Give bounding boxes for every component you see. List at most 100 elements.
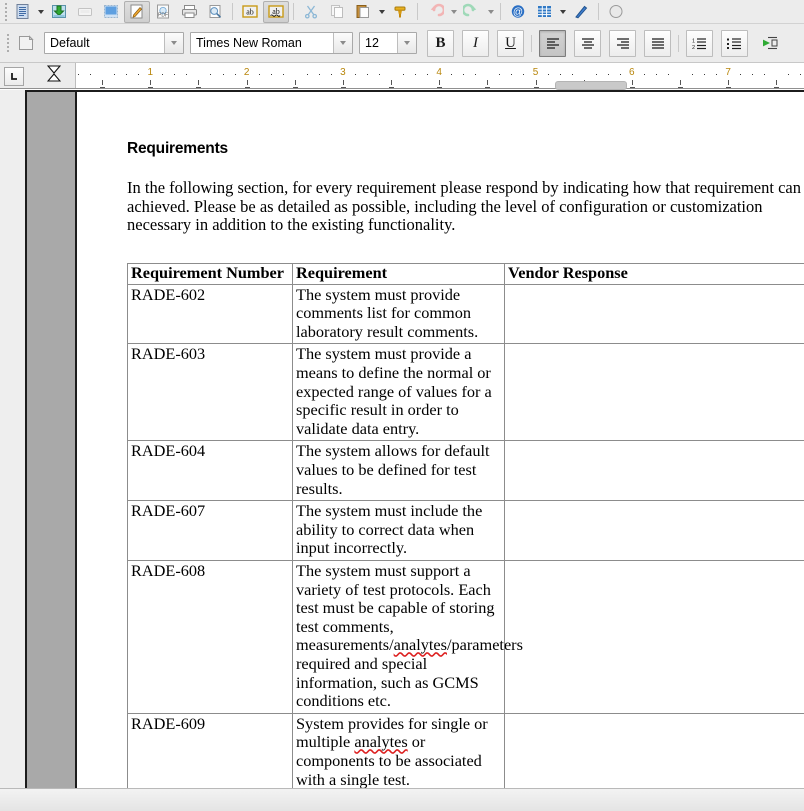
- open-document-button[interactable]: [46, 1, 72, 23]
- horizontal-ruler[interactable]: 1234567: [0, 63, 804, 89]
- document-page[interactable]: Requirements In the following section, f…: [25, 90, 804, 788]
- cell-requirement-number[interactable]: RADE-604: [128, 441, 293, 501]
- requirements-table[interactable]: Requirement Number Requirement Vendor Re…: [127, 263, 804, 788]
- copy-button[interactable]: [324, 1, 350, 23]
- bold-button[interactable]: B: [427, 30, 454, 57]
- italic-label: I: [473, 36, 478, 51]
- underline-button[interactable]: U: [497, 30, 524, 57]
- cut-button[interactable]: [298, 1, 324, 23]
- document-canvas[interactable]: Requirements In the following section, f…: [0, 90, 804, 788]
- ruler-eighth-dot: [692, 74, 693, 75]
- cell-requirement-number[interactable]: RADE-609: [128, 713, 293, 788]
- ruler-inch-tick: [632, 80, 633, 85]
- unordered-list-button[interactable]: [721, 30, 748, 57]
- table-row[interactable]: RADE-608The system must support a variet…: [128, 561, 804, 714]
- ruler-eighth-dot: [415, 74, 416, 75]
- first-line-indent-marker[interactable]: [47, 65, 60, 86]
- align-right-button[interactable]: [609, 30, 636, 57]
- table-body: RADE-602The system must provide comments…: [128, 284, 804, 788]
- paste-button[interactable]: [350, 1, 376, 23]
- new-document-dropdown[interactable]: [35, 1, 46, 23]
- decrease-indent-button[interactable]: [756, 30, 783, 57]
- table-row[interactable]: RADE-607The system must include the abil…: [128, 501, 804, 561]
- table-row[interactable]: RADE-609System provides for single or mu…: [128, 713, 804, 788]
- font-size-value[interactable]: 12: [360, 33, 397, 53]
- insert-hyperlink-button[interactable]: @: [505, 1, 531, 23]
- print-button[interactable]: [176, 1, 202, 23]
- italic-button[interactable]: I: [462, 30, 489, 57]
- ruler-eighth-dot: [271, 74, 272, 75]
- ruler-eighth-dot: [668, 74, 669, 75]
- cell-requirement[interactable]: System provides for single or multiple a…: [293, 713, 505, 788]
- cell-requirement-number[interactable]: RADE-603: [128, 344, 293, 441]
- table-row[interactable]: RADE-602The system must provide comments…: [128, 284, 804, 344]
- undo-dropdown[interactable]: [448, 1, 459, 23]
- insert-table-dropdown[interactable]: [557, 1, 568, 23]
- cell-requirement-number[interactable]: RADE-602: [128, 284, 293, 344]
- table-row[interactable]: RADE-604The system allows for default va…: [128, 441, 804, 501]
- cell-requirement-number[interactable]: RADE-607: [128, 501, 293, 561]
- cell-vendor-response[interactable]: [505, 561, 804, 714]
- print-preview-button[interactable]: [202, 1, 228, 23]
- cell-vendor-response[interactable]: [505, 284, 804, 344]
- align-center-button[interactable]: [574, 30, 601, 57]
- cell-requirement-number[interactable]: RADE-608: [128, 561, 293, 714]
- cell-requirement[interactable]: The system must provide a means to defin…: [293, 344, 505, 441]
- paragraph-style-icon-button[interactable]: [11, 32, 41, 54]
- cell-vendor-response[interactable]: [505, 344, 804, 441]
- insert-line-button[interactable]: [568, 1, 594, 23]
- paste-dropdown[interactable]: [376, 1, 387, 23]
- cell-requirement[interactable]: The system must support a variety of tes…: [293, 561, 505, 714]
- ruler-number-label: 1: [148, 67, 154, 78]
- cell-vendor-response[interactable]: [505, 501, 804, 561]
- toolbar-grip[interactable]: [4, 32, 11, 54]
- status-bar[interactable]: [0, 788, 804, 811]
- redo-dropdown[interactable]: [485, 1, 496, 23]
- table-row[interactable]: RADE-603The system must provide a means …: [128, 344, 804, 441]
- cell-requirement[interactable]: The system must include the ability to c…: [293, 501, 505, 561]
- ruler-eighth-dot: [307, 74, 308, 75]
- toolbar-grip[interactable]: [2, 1, 9, 23]
- ruler-track[interactable]: 1234567: [75, 63, 804, 88]
- font-name-value[interactable]: Times New Roman: [191, 33, 333, 53]
- svg-text:PDF: PDF: [158, 13, 168, 19]
- chevron-down-icon: [340, 41, 346, 45]
- undo-button[interactable]: [422, 1, 448, 23]
- page-text-body[interactable]: Requirements In the following section, f…: [127, 92, 804, 788]
- ordered-list-button[interactable]: 1 2: [686, 30, 713, 57]
- toolbar-separator: [232, 3, 233, 20]
- export-pdf-button[interactable]: PDF: [150, 1, 176, 23]
- autospellcheck-button[interactable]: ab: [263, 1, 289, 23]
- clone-formatting-button[interactable]: [387, 1, 413, 23]
- email-document-button[interactable]: [98, 1, 124, 23]
- align-justify-button[interactable]: [644, 30, 671, 57]
- new-document-button[interactable]: [9, 1, 35, 23]
- font-name-dropdown[interactable]: [333, 33, 352, 53]
- paragraph-style-combo[interactable]: Default: [44, 32, 184, 54]
- tab-stop-selector-button[interactable]: [4, 67, 24, 86]
- document-icon: [14, 3, 31, 20]
- ruler-eighth-dot: [114, 74, 115, 75]
- ruler-eighth-dot: [162, 74, 163, 75]
- align-left-button[interactable]: [539, 30, 566, 57]
- vertical-scrollbar-thumb[interactable]: [555, 81, 627, 90]
- ruler-eighth-dot: [379, 74, 380, 75]
- spelling-button[interactable]: ab: [237, 1, 263, 23]
- paragraph-style-value[interactable]: Default: [45, 33, 164, 53]
- insert-special-button[interactable]: [603, 1, 629, 23]
- font-size-dropdown[interactable]: [397, 33, 416, 53]
- table-header-row: Requirement Number Requirement Vendor Re…: [128, 264, 804, 285]
- redo-button[interactable]: [459, 1, 485, 23]
- cell-requirement[interactable]: The system allows for default values to …: [293, 441, 505, 501]
- insert-table-button[interactable]: [531, 1, 557, 23]
- font-name-combo[interactable]: Times New Roman: [190, 32, 353, 54]
- cell-requirement[interactable]: The system must provide comments list fo…: [293, 284, 505, 344]
- ruler-eighth-dot: [608, 74, 609, 75]
- paragraph-style-dropdown[interactable]: [164, 33, 183, 53]
- cell-vendor-response[interactable]: [505, 713, 804, 788]
- save-button[interactable]: [72, 1, 98, 23]
- edit-mode-button[interactable]: [124, 1, 150, 23]
- font-size-combo[interactable]: 12: [359, 32, 417, 54]
- cell-vendor-response[interactable]: [505, 441, 804, 501]
- printer-icon: [180, 3, 199, 20]
